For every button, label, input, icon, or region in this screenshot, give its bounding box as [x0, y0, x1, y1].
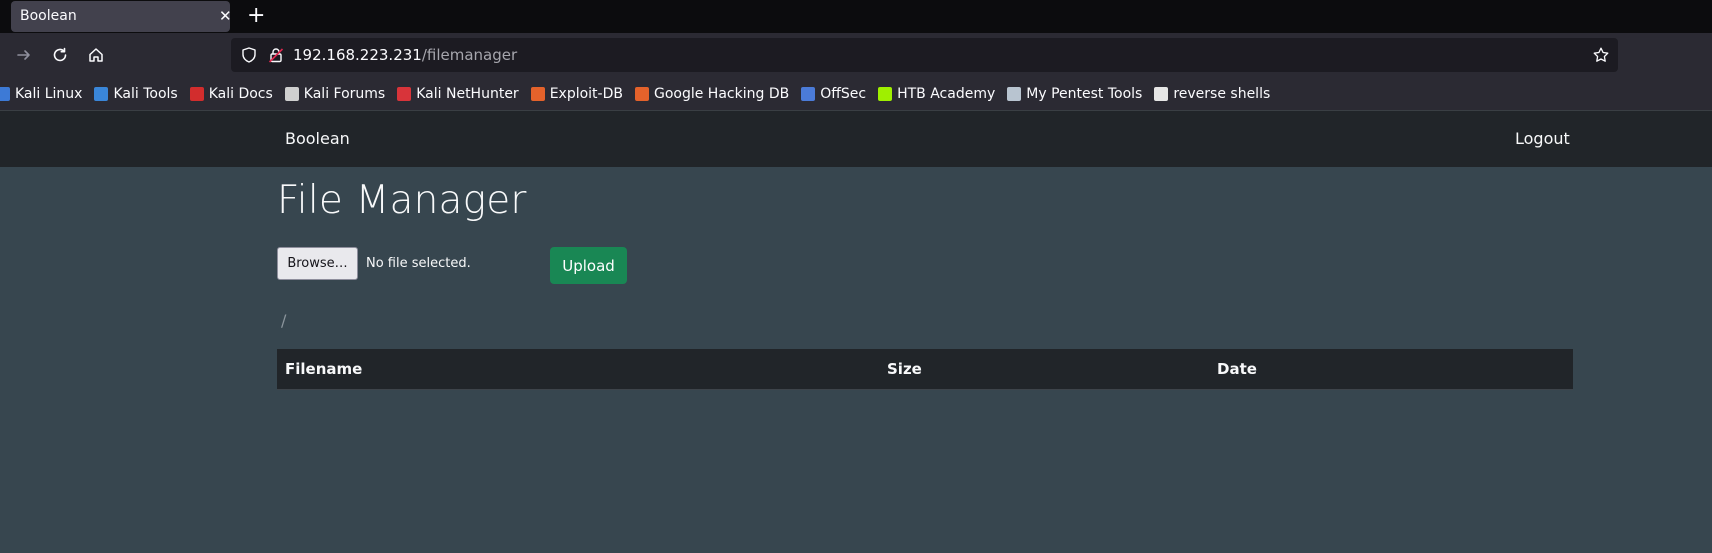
close-tab-icon[interactable]: ✕	[219, 7, 232, 25]
bookmark-label: My Pentest Tools	[1026, 86, 1143, 102]
bookmark-item[interactable]: Exploit-DB	[530, 86, 623, 102]
exploit-db-icon	[530, 87, 545, 101]
forward-arrow-icon[interactable]	[13, 44, 35, 66]
header-date[interactable]: Date	[1209, 349, 1573, 390]
bookmark-label: Kali Tools	[113, 86, 178, 102]
browse-button[interactable]: Browse…	[277, 247, 358, 280]
current-path-breadcrumb[interactable]: /	[281, 311, 286, 330]
reload-icon[interactable]	[49, 44, 71, 66]
shield-icon[interactable]	[240, 46, 258, 64]
bookmark-label: Kali Linux	[15, 86, 83, 102]
pentest-tools-icon	[1007, 87, 1022, 101]
htb-icon	[878, 87, 893, 101]
kali-dragon-icon	[0, 87, 10, 101]
bookmark-label: Exploit-DB	[549, 86, 623, 102]
browser-tab[interactable]: Boolean ✕	[11, 1, 232, 32]
nethunter-icon	[397, 87, 412, 101]
bookmark-item[interactable]: OffSec	[801, 86, 866, 102]
bookmark-label: Kali NetHunter	[416, 86, 519, 102]
browser-tab-bar: Boolean ✕ +	[0, 0, 1712, 33]
kali-docs-icon	[189, 87, 204, 101]
bookmark-label: Kali Forums	[303, 86, 386, 102]
logout-link[interactable]: Logout	[1515, 129, 1570, 148]
github-icon	[1154, 87, 1169, 101]
url-path: /filemanager	[421, 46, 518, 64]
browser-toolbar: 192.168.223.231/filemanager	[0, 33, 1712, 78]
bookmarks-toolbar: Kali Linux Kali Tools Kali Docs Kali Forums…	[0, 78, 1712, 110]
app-navbar: Boolean Logout	[0, 110, 1712, 167]
page-title: File Manager	[277, 178, 527, 223]
file-status: No file selected.	[366, 256, 471, 271]
kali-forums-icon	[284, 87, 299, 101]
bookmark-item[interactable]: Kali Tools	[94, 86, 178, 102]
bookmark-label: Kali Docs	[208, 86, 273, 102]
ghdb-icon	[634, 87, 649, 101]
bookmark-label: HTB Academy	[897, 86, 996, 102]
new-tab-icon[interactable]: +	[247, 3, 265, 29]
bookmark-item[interactable]: Kali Forums	[284, 86, 386, 102]
bookmark-item[interactable]: HTB Academy	[878, 86, 995, 102]
table-header-row: Filename Size Date	[277, 349, 1573, 390]
url-bar[interactable]: 192.168.223.231/filemanager	[231, 38, 1618, 72]
bookmark-item[interactable]: Kali Docs	[189, 86, 273, 102]
header-filename[interactable]: Filename	[277, 349, 879, 390]
bookmark-item[interactable]: Google Hacking DB	[634, 86, 790, 102]
insecure-lock-icon[interactable]	[267, 46, 285, 64]
bookmark-item[interactable]: Kali NetHunter	[397, 86, 519, 102]
bookmark-star-icon[interactable]	[1592, 46, 1610, 64]
kali-tools-icon	[94, 87, 109, 101]
bookmark-label: Google Hacking DB	[653, 86, 790, 102]
upload-button[interactable]: Upload	[550, 247, 627, 284]
header-size[interactable]: Size	[879, 349, 1209, 390]
tab-title: Boolean	[20, 8, 77, 24]
bookmark-item[interactable]: Kali Linux	[0, 86, 82, 102]
url-text[interactable]: 192.168.223.231/filemanager	[293, 46, 517, 64]
file-table: Filename Size Date	[277, 349, 1573, 390]
url-host: 192.168.223.231	[293, 46, 422, 64]
bookmark-item[interactable]: My Pentest Tools	[1007, 86, 1142, 102]
offsec-icon	[801, 87, 816, 101]
bookmark-label: reverse shells	[1173, 86, 1271, 102]
bookmark-label: OffSec	[820, 86, 867, 102]
home-icon[interactable]	[85, 44, 107, 66]
navbar-brand[interactable]: Boolean	[285, 129, 350, 148]
bookmark-item[interactable]: reverse shells	[1154, 86, 1270, 102]
